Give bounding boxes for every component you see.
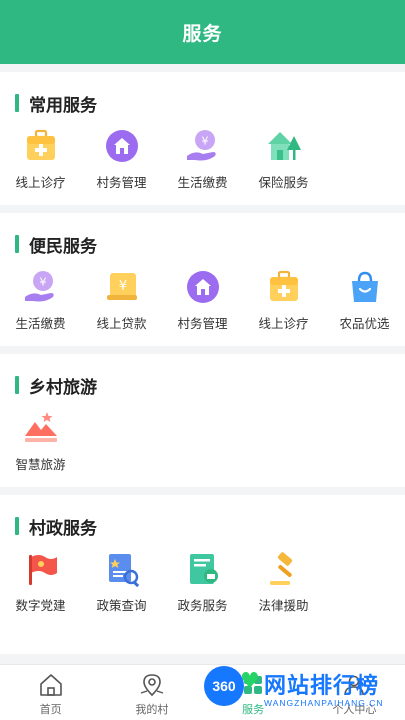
service-legal-aid[interactable]: 法律援助	[243, 549, 324, 614]
bottom-tab-bar: 首页 我的村 服务 个人中心	[0, 664, 405, 720]
yuan-hand-icon: ¥	[24, 271, 54, 302]
section-accent-bar	[15, 376, 19, 394]
village-house-icon	[186, 271, 219, 303]
service-insurance[interactable]: 保险服务	[243, 126, 324, 191]
medical-kit-icon	[26, 129, 55, 160]
section-title: 乡村旅游	[0, 374, 405, 398]
service-smart-tourism[interactable]: 智慧旅游	[0, 408, 81, 473]
app-header: 服务	[0, 0, 405, 64]
house-tree-icon	[267, 132, 301, 160]
service-utility-payment[interactable]: ¥ 生活缴费	[0, 267, 81, 332]
section-title: 便民服务	[0, 233, 405, 257]
page-title: 服务	[182, 22, 223, 45]
home-icon	[39, 674, 62, 696]
service-online-diagnosis[interactable]: 线上诊疗	[243, 267, 324, 332]
tab-personal-center[interactable]: 个人中心	[304, 665, 405, 720]
gavel-icon	[269, 552, 292, 585]
svg-text:¥: ¥	[118, 279, 126, 294]
user-icon	[344, 675, 365, 696]
yuan-card-icon: ¥	[106, 273, 137, 300]
section-accent-bar	[15, 517, 19, 535]
service-online-loan[interactable]: ¥ 线上贷款	[81, 267, 162, 332]
service-village-affairs[interactable]: 村务管理	[81, 126, 162, 191]
tab-service[interactable]: 服务	[203, 665, 304, 720]
section-accent-bar	[15, 94, 19, 112]
service-digital-party[interactable]: 数字党建	[0, 549, 81, 614]
location-pin-icon	[140, 674, 164, 697]
section-accent-bar	[15, 235, 19, 253]
service-online-diagnosis[interactable]: 线上诊疗	[0, 126, 81, 191]
medical-kit-icon	[269, 270, 298, 301]
tab-home[interactable]: 首页	[0, 665, 101, 720]
service-icon	[244, 676, 263, 694]
tab-my-village[interactable]: 我的村	[101, 665, 202, 720]
service-village-affairs[interactable]: 村务管理	[162, 267, 243, 332]
shopping-bag-icon	[351, 271, 378, 302]
yuan-hand-icon: ¥	[186, 130, 216, 161]
service-policy-query[interactable]: 政策查询	[81, 549, 162, 614]
section-village-government: 村政服务 数字党建 政策查询 政务服务 法律援助	[0, 495, 405, 654]
section-rural-tourism: 乡村旅游 智慧旅游	[0, 354, 405, 487]
service-government-affairs[interactable]: 政务服务	[162, 549, 243, 614]
section-title: 村政服务	[0, 515, 405, 539]
mountain-icon	[24, 412, 57, 442]
government-doc-icon	[189, 554, 218, 584]
red-flag-icon	[28, 555, 57, 585]
svg-text:¥: ¥	[201, 135, 208, 148]
village-house-icon	[105, 130, 138, 162]
document-search-icon	[108, 554, 139, 588]
section-convenience-services: 便民服务 ¥ 生活缴费 ¥ 线上贷款 村务管理 线上诊疗 农品优选	[0, 213, 405, 346]
service-farm-products[interactable]: 农品优选	[324, 267, 405, 332]
service-utility-payment[interactable]: ¥ 生活缴费	[162, 126, 243, 191]
section-common-services: 常用服务 线上诊疗 村务管理 ¥ 生活缴费 保险服务	[0, 72, 405, 205]
svg-text:¥: ¥	[39, 276, 46, 289]
section-title: 常用服务	[0, 92, 405, 116]
